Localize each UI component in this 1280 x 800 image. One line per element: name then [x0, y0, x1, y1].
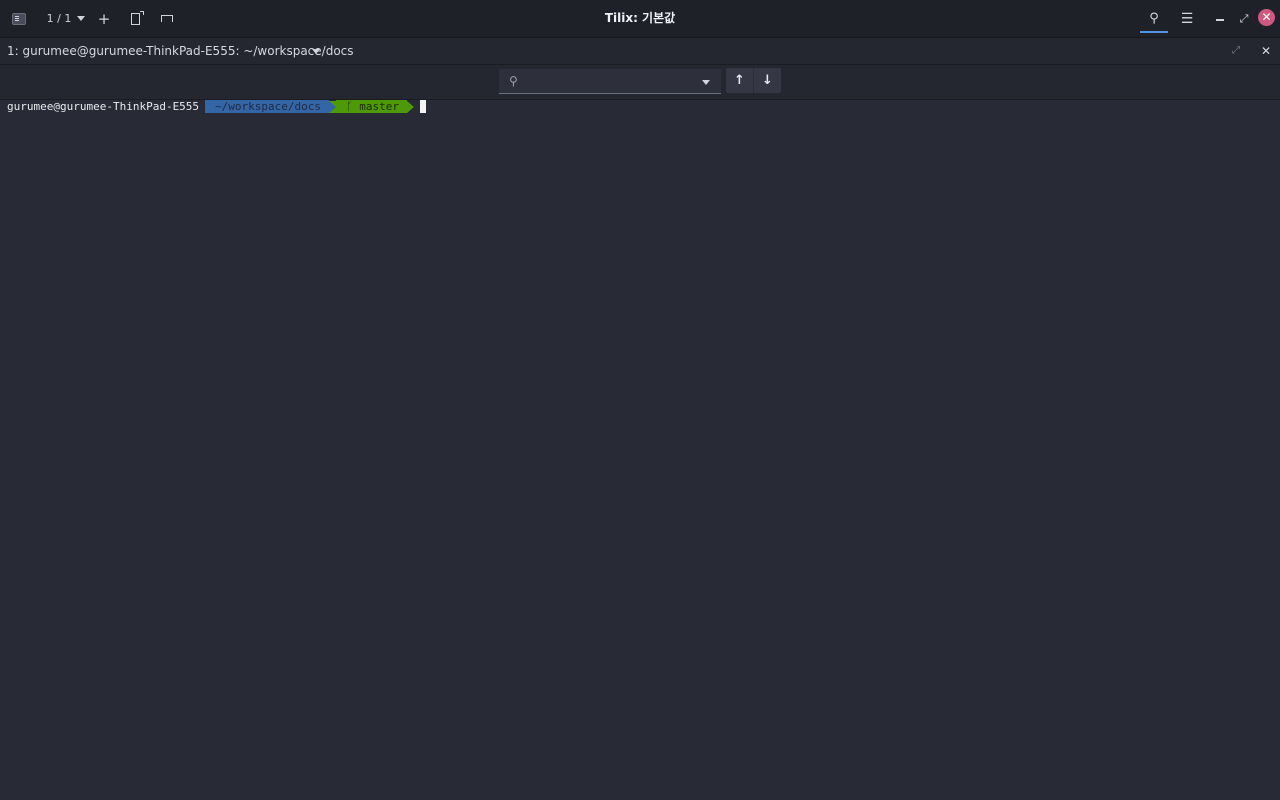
prompt-separator: [329, 100, 337, 113]
prompt-host: gurumee@gurumee-ThinkPad-E555: [7, 100, 200, 113]
search-icon: ⚲: [1149, 11, 1159, 26]
maximize-button[interactable]: ⤢: [1236, 0, 1252, 37]
session-counter: 1 / 1: [46, 12, 72, 25]
plus-icon: +: [97, 9, 111, 28]
find-navigation: ↑ ↓: [726, 68, 781, 93]
sync-input-icon: [161, 15, 173, 22]
new-window-button[interactable]: [127, 0, 144, 37]
maximize-icon: ⤢: [1239, 11, 1249, 25]
find-bar: ⚲ ↑ ↓: [0, 65, 1280, 100]
terminal-close-button[interactable]: ✕: [1261, 38, 1271, 64]
terminal-app-icon[interactable]: [10, 0, 28, 37]
find-field: ⚲: [499, 69, 721, 94]
minimize-icon: [1216, 19, 1224, 21]
terminal-maximize-button[interactable]: ⤢: [1232, 38, 1240, 64]
header-bar: 1 / 1 + Tilix: 기본값 ⚲ ☰ ⤢ ✕: [0, 0, 1280, 38]
new-window-icon: [130, 10, 144, 25]
sync-input-button[interactable]: [159, 0, 175, 37]
close-icon: ✕: [1261, 10, 1272, 24]
find-options-chevron-icon[interactable]: [702, 80, 710, 85]
window-title: Tilix: 기본값: [604, 11, 676, 25]
terminal-title[interactable]: 1: gurumee@gurumee-ThinkPad-E555: ~/work…: [7, 38, 354, 64]
session-switcher[interactable]: 1 / 1: [44, 0, 88, 37]
terminal-viewport[interactable]: gurumee@gurumee-ThinkPad-E555 ~/workspac…: [0, 100, 1280, 800]
prompt-git-branch: ᚴ master: [336, 100, 407, 113]
find-toggle-button[interactable]: ⚲: [1140, 0, 1168, 37]
chevron-down-icon: [77, 16, 86, 21]
menu-icon: ☰: [1180, 10, 1194, 27]
find-previous-button[interactable]: ↑: [726, 68, 753, 93]
search-icon: ⚲: [509, 74, 518, 88]
minimize-button[interactable]: [1212, 0, 1228, 37]
close-window-button[interactable]: ✕: [1258, 9, 1275, 26]
find-next-button[interactable]: ↓: [753, 68, 781, 93]
prompt-directory: ~/workspace/docs: [205, 100, 330, 113]
terminal-title-bar: 1: gurumee@gurumee-ThinkPad-E555: ~/work…: [0, 38, 1280, 65]
terminal-cursor: [420, 100, 426, 113]
add-session-button[interactable]: +: [96, 0, 112, 37]
find-input[interactable]: [525, 71, 699, 92]
shell-prompt: gurumee@gurumee-ThinkPad-E555 ~/workspac…: [7, 100, 426, 113]
prompt-separator: [407, 100, 414, 113]
hamburger-menu-button[interactable]: ☰: [1178, 0, 1196, 37]
chevron-down-icon[interactable]: [312, 49, 320, 54]
